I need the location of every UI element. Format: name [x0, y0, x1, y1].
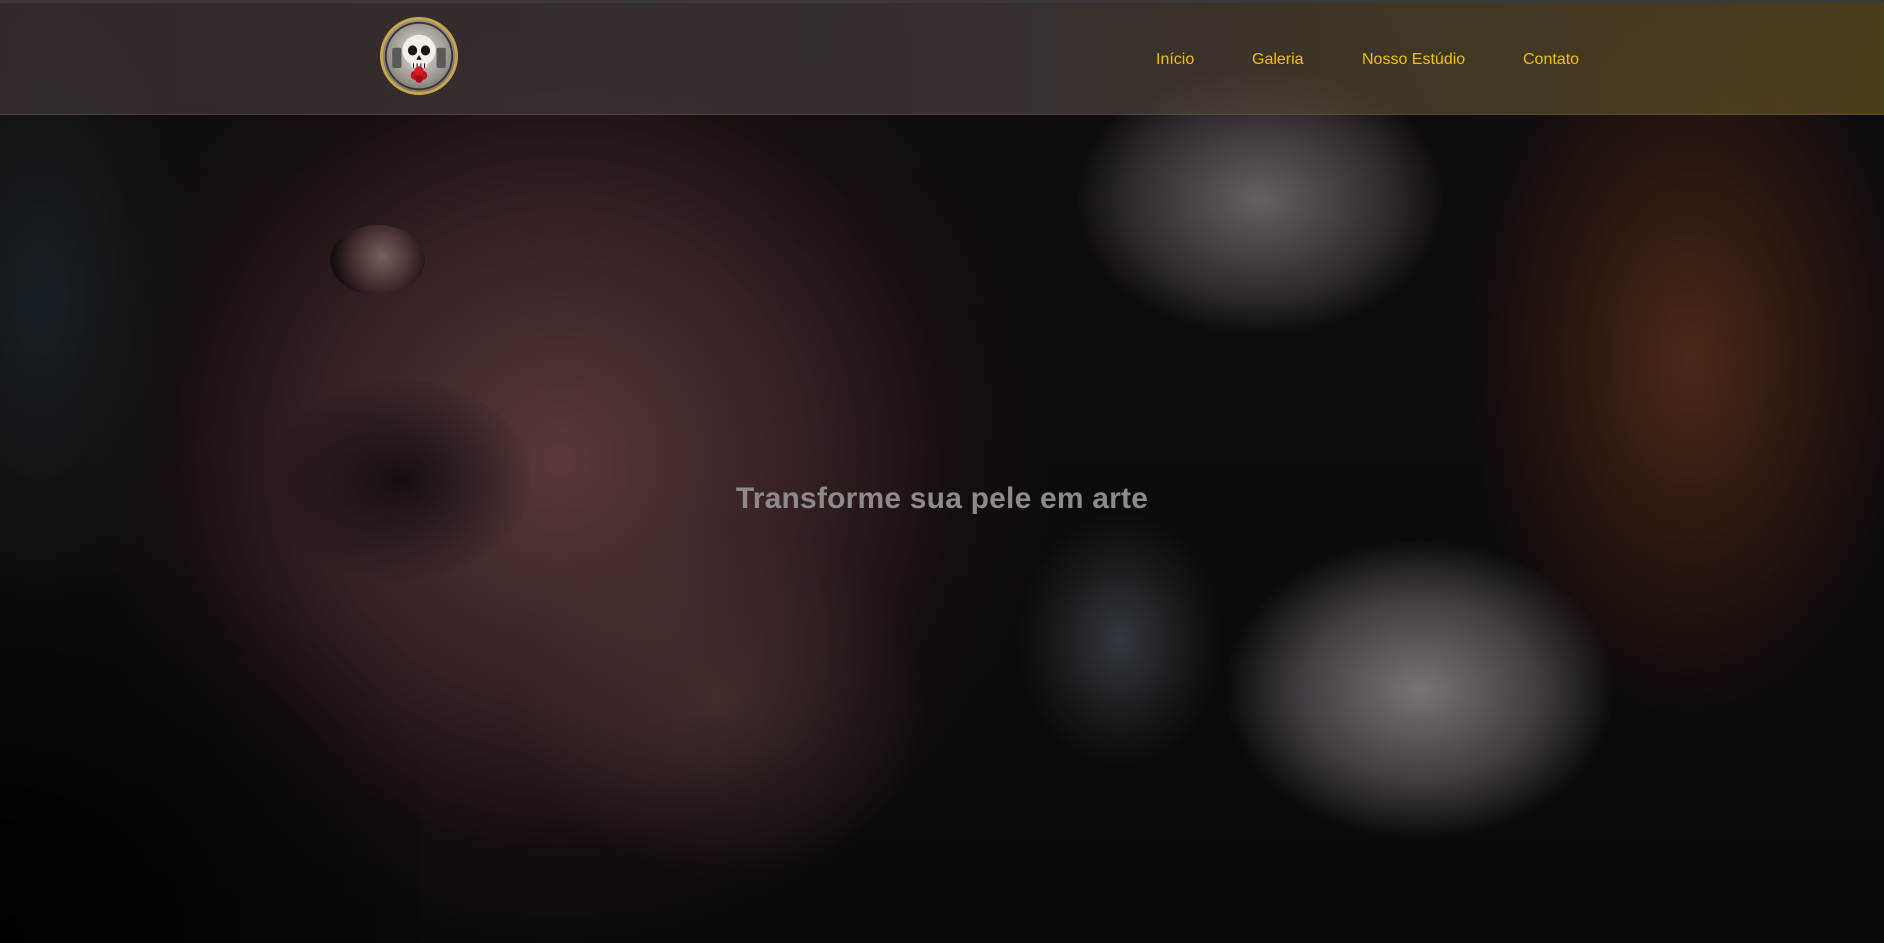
- hero-title: Transforme sua pele em arte: [735, 482, 1149, 516]
- nav-link-contato[interactable]: Contato: [1523, 51, 1579, 69]
- hero-overlay: [0, 0, 1884, 943]
- page: Início Galeria Nosso Estúdio Contato Tra…: [0, 0, 1884, 943]
- skull-icon: [384, 21, 454, 91]
- site-header: Início Galeria Nosso Estúdio Contato: [0, 0, 1884, 115]
- nav-link-galeria[interactable]: Galeria: [1252, 51, 1304, 69]
- nav-link-nosso-estudio[interactable]: Nosso Estúdio: [1362, 51, 1465, 69]
- skull-logo-icon[interactable]: [380, 17, 458, 95]
- nav-link-inicio[interactable]: Início: [1156, 51, 1194, 69]
